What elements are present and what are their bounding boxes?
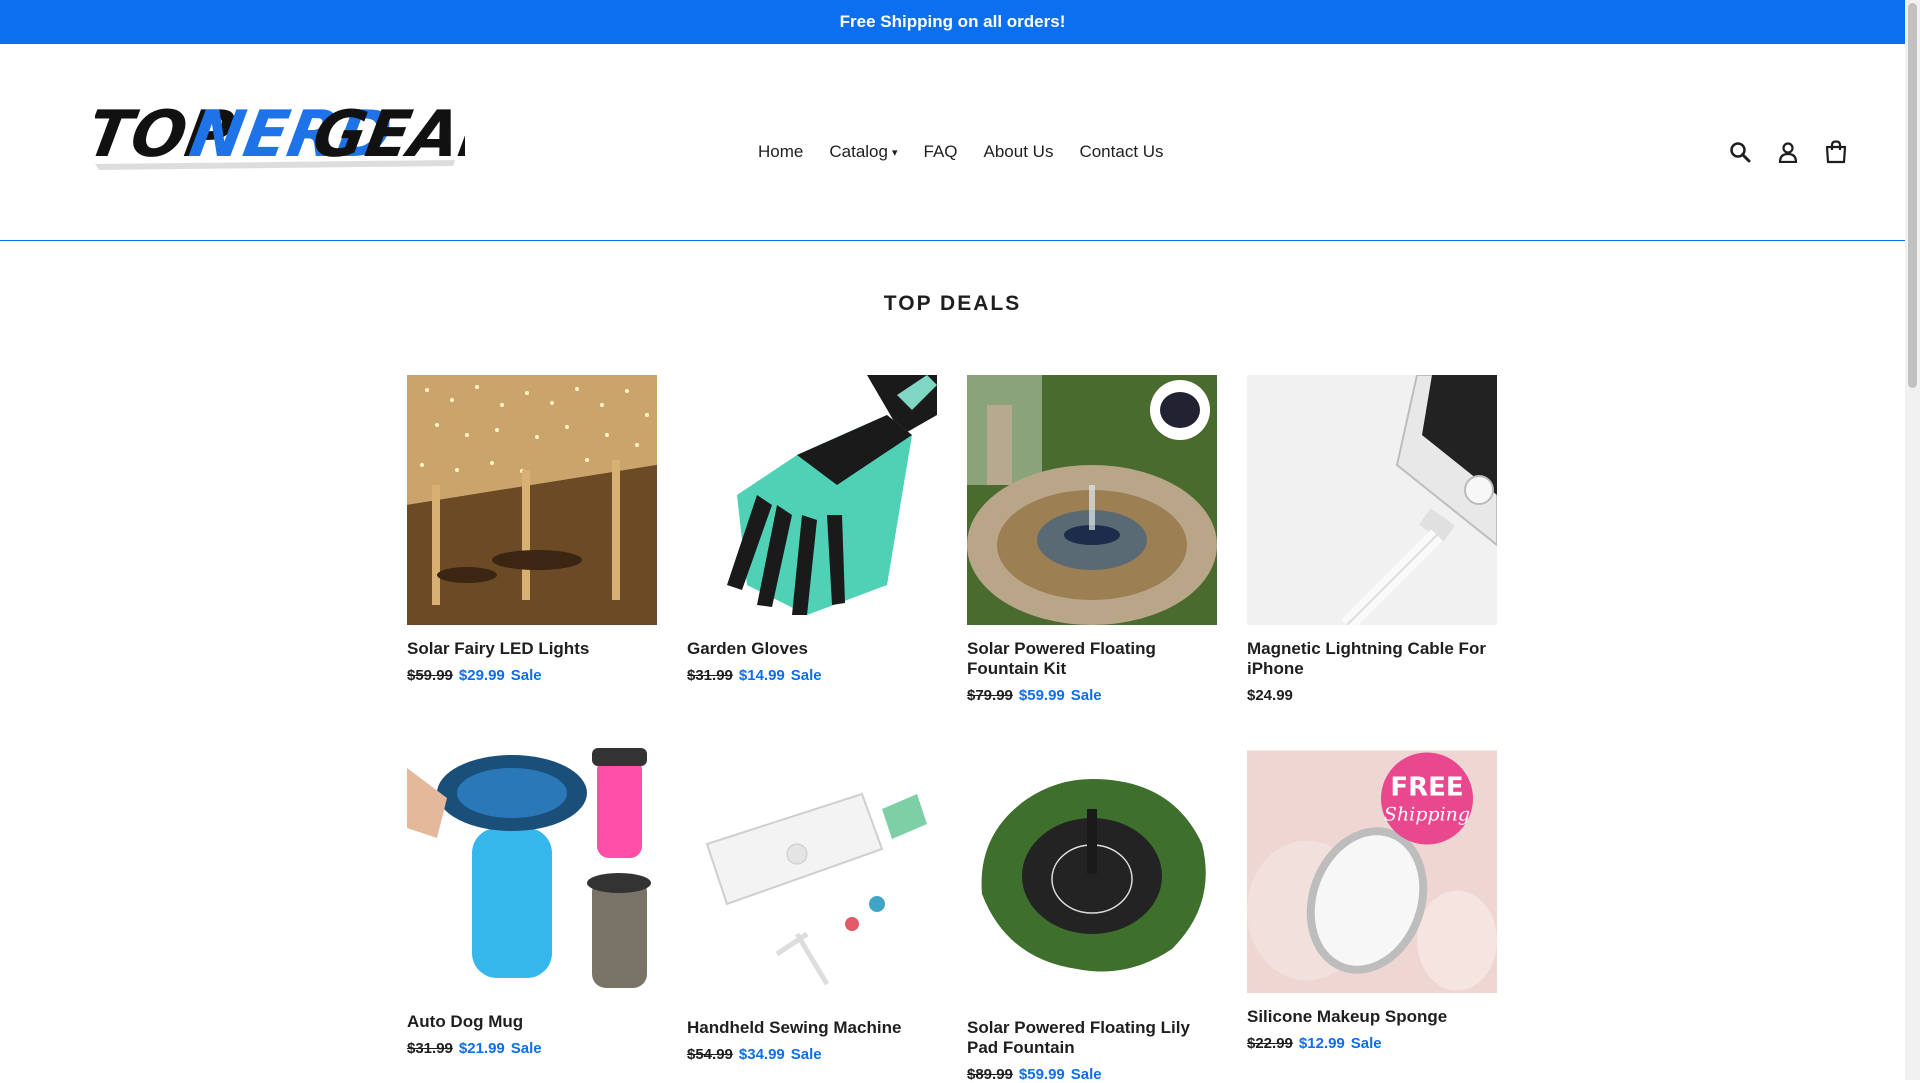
section-title: TOP DEALS [883, 292, 1022, 315]
product-card[interactable]: Handheld Sewing Machine $54.99 $34.99 Sale [687, 754, 937, 1063]
nav-contact[interactable]: Contact Us [1066, 132, 1176, 174]
cart-icon [1825, 140, 1847, 164]
product-title[interactable]: Auto Dog Mug [407, 1012, 657, 1032]
product-prices: $31.99 $21.99 Sale [407, 1040, 657, 1057]
regular-price: $22.99 [1247, 1035, 1293, 1052]
brand-logo[interactable]: TOP NERD GEAR [95, 84, 465, 184]
regular-price: $31.99 [407, 1040, 453, 1057]
nav-catalog-label: Catalog [829, 142, 888, 161]
sale-label: Sale [790, 1046, 822, 1063]
nav-home[interactable]: Home [745, 132, 816, 174]
product-prices: $79.99 $59.99 Sale [967, 687, 1217, 704]
sale-label: Sale [790, 667, 822, 684]
sale-label: Sale [510, 1040, 542, 1057]
sale-price: $21.99 [458, 1040, 505, 1057]
product-title[interactable]: Magnetic Lightning Cable For iPhone [1247, 639, 1497, 679]
regular-price: $89.99 [967, 1066, 1013, 1083]
nav-catalog[interactable]: Catalog ▾ [816, 132, 910, 174]
product-card[interactable]: FREE Shipping Silicone Makeup Sponge $22… [1247, 748, 1497, 1052]
account-button[interactable] [1774, 132, 1802, 172]
scrollbar-thumb[interactable] [1908, 3, 1917, 388]
product-card[interactable]: Magnetic Lightning Cable For iPhone $24.… [1247, 375, 1497, 704]
product-image[interactable] [407, 375, 657, 625]
sale-label: Sale [1070, 1066, 1102, 1083]
product-title[interactable]: Garden Gloves [687, 639, 937, 659]
cart-button[interactable] [1822, 132, 1850, 172]
regular-price: $54.99 [687, 1046, 733, 1063]
chevron-down-icon: ▾ [891, 147, 898, 159]
announcement-bar: Free Shipping on all orders! [0, 0, 1905, 44]
product-prices: $59.99 $29.99 Sale [407, 667, 657, 684]
product-image[interactable] [967, 375, 1217, 625]
main-nav: Home Catalog ▾ FAQ About Us Contact Us [745, 132, 1177, 174]
product-prices: $31.99 $14.99 Sale [687, 667, 937, 684]
product-title[interactable]: Silicone Makeup Sponge [1247, 1007, 1497, 1027]
search-icon [1730, 142, 1751, 163]
announcement-text: Free Shipping on all orders! [839, 12, 1066, 31]
product-title[interactable]: Solar Fairy LED Lights [407, 639, 657, 659]
sale-label: Sale [510, 667, 542, 684]
product-prices: $89.99 $59.99 Sale [967, 1066, 1217, 1083]
nav-faq[interactable]: FAQ [911, 132, 971, 174]
product-image[interactable] [687, 754, 937, 1004]
product-prices: $54.99 $34.99 Sale [687, 1046, 937, 1063]
search-button[interactable] [1726, 132, 1754, 172]
product-image[interactable] [967, 754, 1217, 1004]
regular-price: $59.99 [407, 667, 453, 684]
product-image[interactable] [407, 748, 657, 998]
scrollbar[interactable] [1905, 0, 1920, 1080]
product-card[interactable]: Solar Powered Floating Lily Pad Fountain… [967, 754, 1217, 1083]
product-card[interactable]: Solar Fairy LED Lights $59.99 $29.99 Sale [407, 375, 657, 684]
product-card[interactable]: Solar Powered Floating Fountain Kit $79.… [967, 375, 1217, 704]
sale-price: $59.99 [1018, 687, 1065, 704]
product-image[interactable] [687, 375, 937, 625]
product-title[interactable]: Solar Powered Floating Fountain Kit [967, 639, 1217, 679]
sale-price: $29.99 [458, 667, 505, 684]
header-icons [1726, 132, 1850, 172]
site-header: TOP NERD GEAR Home Catalog ▾ FAQ About Us… [0, 44, 1905, 241]
sale-price: $14.99 [738, 667, 785, 684]
product-card[interactable]: Auto Dog Mug $31.99 $21.99 Sale [407, 748, 657, 1057]
product-card[interactable]: Garden Gloves $31.99 $14.99 Sale [687, 375, 937, 684]
regular-price: $79.99 [967, 687, 1013, 704]
sale-price: $59.99 [1018, 1066, 1065, 1083]
sale-label: Sale [1070, 687, 1102, 704]
product-image[interactable]: FREE Shipping [1247, 748, 1497, 993]
product-image[interactable] [1247, 375, 1497, 625]
product-prices: $24.99 [1247, 687, 1497, 704]
nav-about[interactable]: About Us [971, 132, 1067, 174]
product-title[interactable]: Solar Powered Floating Lily Pad Fountain [967, 1018, 1217, 1058]
sale-price: $34.99 [738, 1046, 785, 1063]
sale-label: Sale [1350, 1035, 1382, 1052]
user-icon [1778, 142, 1798, 163]
regular-price: $31.99 [687, 667, 733, 684]
regular-price: $24.99 [1247, 687, 1293, 704]
product-title[interactable]: Handheld Sewing Machine [687, 1018, 937, 1038]
badge-text-shipping: Shipping [1384, 804, 1470, 826]
badge-text-free: FREE [1390, 773, 1463, 803]
product-prices: $22.99 $12.99 Sale [1247, 1035, 1497, 1052]
sale-price: $12.99 [1298, 1035, 1345, 1052]
